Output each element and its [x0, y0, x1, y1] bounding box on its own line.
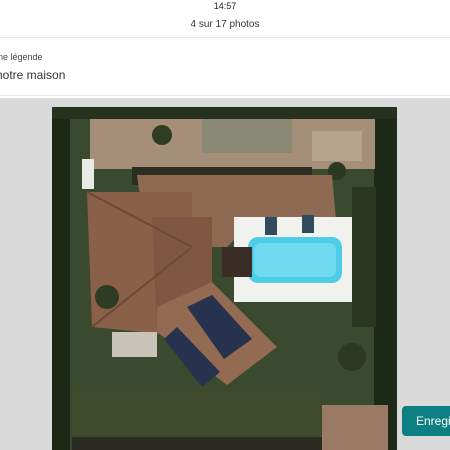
caption-divider: [0, 95, 450, 96]
caption-input[interactable]: [0, 66, 416, 84]
status-time: 14:57: [213, 1, 237, 11]
photo-viewer: [0, 98, 450, 450]
house-aerial-photo: [52, 107, 397, 450]
photo-counter: 4 sur 17 photos: [190, 19, 260, 30]
status-bar: 14:57: [0, 0, 450, 14]
save-button[interactable]: Enregi: [402, 406, 450, 436]
header-divider: [0, 37, 450, 38]
caption-label: ne légende: [0, 52, 43, 62]
